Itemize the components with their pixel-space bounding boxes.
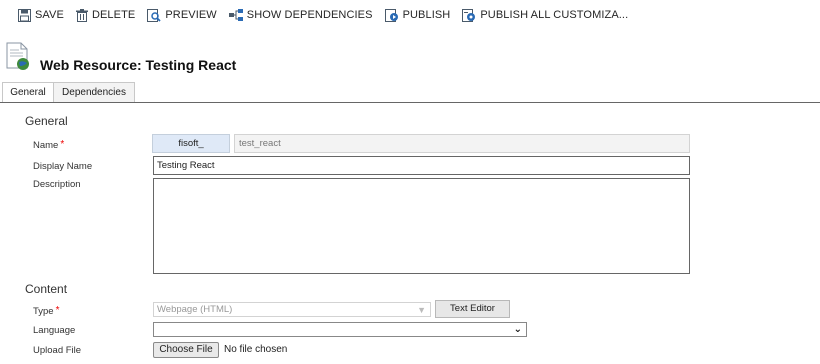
no-file-text: No file chosen [224, 344, 288, 355]
dependencies-icon [228, 9, 243, 21]
publish-all-icon [462, 8, 476, 22]
page-title: Web Resource: Testing React [40, 57, 237, 73]
delete-label: DELETE [91, 9, 136, 21]
language-label: Language [33, 325, 76, 336]
trash-icon [75, 8, 88, 22]
tab-dependencies[interactable]: Dependencies [53, 82, 135, 102]
tab-general[interactable]: General [2, 82, 54, 102]
description-label: Description [33, 179, 81, 190]
required-marker: * [55, 305, 60, 316]
preview-label: PREVIEW [165, 9, 217, 21]
save-icon [18, 8, 31, 22]
show-dependencies-label: SHOW DEPENDENCIES [246, 9, 373, 21]
description-textarea[interactable] [153, 178, 690, 274]
type-value: Webpage (HTML) [157, 304, 233, 315]
publish-all-button[interactable]: PUBLISH ALL CUSTOMIZA... [456, 4, 634, 26]
type-label: Type [33, 306, 54, 317]
publish-label: PUBLISH [402, 9, 451, 21]
preview-button[interactable]: PREVIEW [141, 4, 222, 26]
web-resource-icon [6, 42, 29, 70]
form-header: Web Resource: Testing React [0, 38, 820, 78]
type-select: Webpage (HTML) ▼ [153, 302, 431, 317]
save-button[interactable]: SAVE [12, 4, 70, 26]
publish-button[interactable]: PUBLISH [379, 4, 457, 26]
name-prefix: fisoft_ [152, 134, 230, 153]
command-bar: SAVE DELETE PREVIEW SHOW DEPENDENCIES PU… [0, 0, 820, 30]
type-label-row: Type * [33, 305, 60, 317]
display-name-label: Display Name [33, 161, 93, 172]
text-editor-button[interactable]: Text Editor [435, 300, 510, 318]
show-dependencies-button[interactable]: SHOW DEPENDENCIES [223, 4, 379, 26]
name-label: Name [33, 140, 59, 151]
upload-file-label: Upload File [33, 345, 82, 356]
content-section-title: Content [25, 282, 68, 296]
name-label-row: Name * [33, 139, 65, 151]
delete-button[interactable]: DELETE [70, 4, 141, 26]
chevron-down-icon: ▼ [417, 305, 426, 315]
preview-icon [147, 8, 161, 22]
general-section-title: General [25, 114, 68, 128]
choose-file-button[interactable]: Choose File [153, 342, 219, 358]
chevron-down-icon: ⌄ [513, 324, 522, 335]
required-marker: * [60, 139, 65, 150]
display-name-input[interactable]: Testing React [153, 156, 690, 175]
form-tabs: General Dependencies [0, 82, 820, 103]
language-select[interactable]: ⌄ [153, 322, 527, 337]
save-label: SAVE [35, 9, 64, 21]
publish-icon [384, 8, 398, 22]
name-input: test_react [234, 134, 690, 153]
publish-all-label: PUBLISH ALL CUSTOMIZA... [480, 9, 629, 21]
